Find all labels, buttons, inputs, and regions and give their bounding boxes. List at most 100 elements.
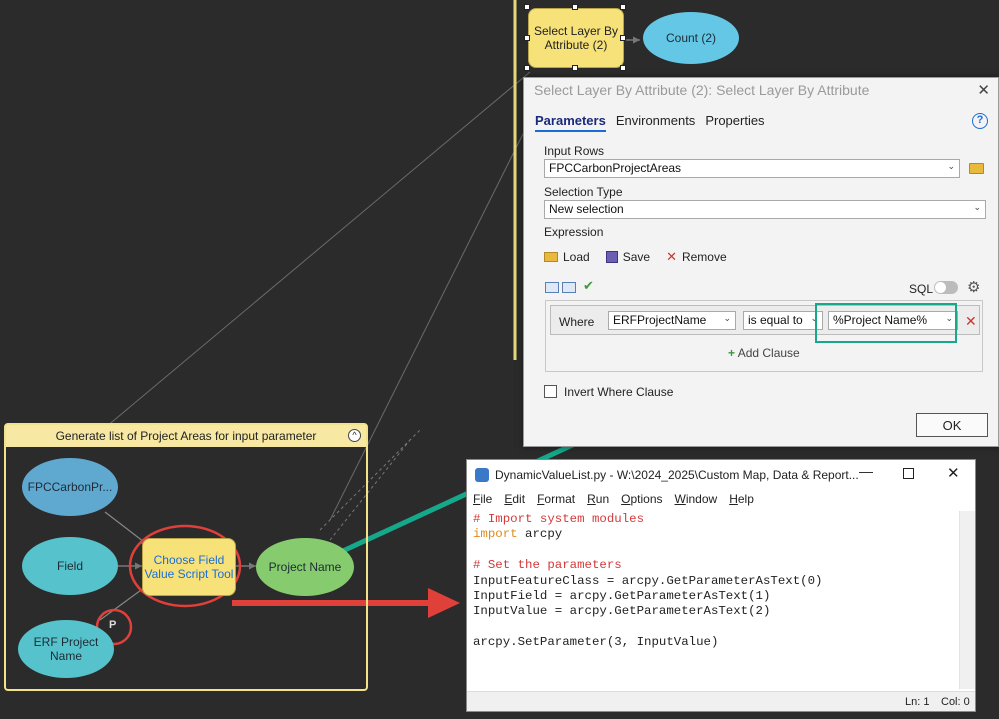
selection-type-dropdown[interactable]: New selection ⌄	[544, 200, 986, 219]
selection-handle[interactable]	[572, 65, 578, 71]
selection-handle[interactable]	[620, 65, 626, 71]
clause-mode-icon[interactable]	[545, 282, 559, 293]
operator-value: is equal to	[748, 313, 803, 327]
save-label: Save	[622, 250, 651, 264]
field-dropdown[interactable]: ERFProjectName ⌄	[608, 311, 736, 330]
code-line: InputFeatureClass = arcpy.GetParameterAs…	[473, 574, 958, 589]
menu-window[interactable]: Window	[675, 492, 718, 506]
sql-toggle[interactable]	[934, 281, 958, 294]
notepad-menubar: File Edit Format Run Options Window Help	[473, 492, 754, 506]
code-token: arcpy	[517, 527, 563, 542]
code-token: # Set the parameters	[473, 558, 622, 573]
tab-parameters[interactable]: Parameters	[535, 113, 606, 132]
dialog-tabs: Parameters Environments Properties	[535, 113, 765, 132]
ok-button[interactable]: OK	[916, 413, 988, 437]
selection-handle[interactable]	[524, 65, 530, 71]
count-node[interactable]: Count (2)	[643, 12, 739, 64]
help-icon[interactable]: ?	[972, 113, 988, 129]
tab-environments[interactable]: Environments	[616, 113, 695, 132]
menu-help[interactable]: Help	[729, 492, 754, 506]
code-token: InputFeatureClass = arcpy.GetParameterAs…	[473, 573, 823, 588]
selection-type-value: New selection	[549, 202, 624, 216]
delete-clause-icon[interactable]: ✕	[965, 313, 977, 330]
sql-mode-icon[interactable]	[562, 282, 576, 293]
select-layer-node-label: Select Layer By Attribute (2)	[533, 24, 619, 52]
select-layer-dialog: Select Layer By Attribute (2): Select La…	[523, 77, 999, 447]
notepad-title: DynamicValueList.py - W:\2024_2025\Custo…	[495, 468, 859, 482]
menu-format[interactable]: Format	[537, 492, 575, 506]
selection-handle[interactable]	[524, 35, 530, 41]
folder-icon[interactable]	[969, 163, 984, 174]
field-node[interactable]: Field	[22, 537, 118, 595]
selection-handle[interactable]	[620, 35, 626, 41]
group-header: Generate list of Project Areas for input…	[6, 425, 366, 447]
menu-options[interactable]: Options	[621, 492, 662, 506]
project-name-node[interactable]: Project Name	[256, 538, 354, 596]
fpc-carbon-node[interactable]: FPCCarbonPr...	[22, 458, 118, 516]
select-layer-node[interactable]: Select Layer By Attribute (2)	[528, 8, 624, 68]
save-button[interactable]: Save	[605, 250, 651, 264]
invert-checkbox[interactable]	[544, 385, 557, 398]
count-node-label: Count (2)	[665, 31, 717, 45]
code-line: import arcpy	[473, 527, 958, 542]
code-editor[interactable]: # Import system modules import arcpy # Se…	[473, 512, 958, 685]
choose-field-node[interactable]: Choose Field Value Script Tool	[142, 538, 236, 596]
erf-project-name-node-label: ERF Project Name	[33, 635, 99, 663]
erf-project-name-node[interactable]: ERF Project Name	[18, 620, 114, 678]
close-icon[interactable]: ✕	[947, 464, 960, 482]
chevron-down-icon: ⌄	[973, 202, 981, 212]
operator-dropdown[interactable]: is equal to ⌄	[743, 311, 823, 330]
remove-icon: ✕	[666, 249, 677, 264]
gear-icon[interactable]: ⚙	[967, 278, 980, 296]
notepad-titlebar: DynamicValueList.py - W:\2024_2025\Custo…	[467, 460, 975, 490]
notepad-window: DynamicValueList.py - W:\2024_2025\Custo…	[466, 459, 976, 712]
code-token: import	[473, 527, 518, 542]
menu-edit[interactable]: Edit	[504, 492, 525, 506]
value-highlight-box	[815, 303, 957, 343]
red-arrowhead	[428, 588, 460, 618]
minimize-icon[interactable]: —	[859, 463, 873, 479]
code-line: InputField = arcpy.GetParameterAsText(1)	[473, 589, 958, 604]
remove-label: Remove	[681, 250, 727, 264]
menu-run[interactable]: Run	[587, 492, 609, 506]
selection-handle[interactable]	[524, 4, 530, 10]
add-clause-label: Add Clause	[737, 346, 800, 360]
save-icon	[605, 251, 618, 263]
collapse-icon[interactable]: ^	[348, 429, 361, 442]
vertical-scrollbar[interactable]	[959, 511, 975, 689]
sql-label: SQL	[909, 282, 934, 296]
code-line	[473, 620, 958, 635]
fpc-carbon-node-label: FPCCarbonPr...	[27, 480, 113, 494]
code-token: # Import system modules	[473, 512, 645, 526]
parameter-marker: P	[109, 619, 117, 631]
choose-field-node-label: Choose Field Value Script Tool	[144, 553, 234, 581]
status-col: Col: 0	[941, 696, 970, 708]
code-token: InputValue = arcpy.GetParameterAsText(2)	[473, 604, 771, 619]
code-token: InputField = arcpy.GetParameterAsText(1)	[473, 589, 771, 604]
load-label: Load	[563, 250, 590, 264]
code-line: # Set the parameters	[473, 558, 958, 573]
chevron-down-icon: ⌄	[947, 161, 955, 171]
maximize-icon[interactable]	[903, 468, 914, 479]
verify-check-icon[interactable]: ✔	[583, 278, 594, 294]
tab-properties[interactable]: Properties	[705, 113, 764, 132]
close-icon[interactable]: ✕	[977, 81, 990, 99]
selection-type-label: Selection Type	[544, 185, 623, 199]
add-clause-button[interactable]: + Add Clause	[728, 346, 800, 360]
load-button[interactable]: Load	[544, 250, 590, 264]
expression-label: Expression	[544, 225, 604, 239]
selection-handle[interactable]	[620, 4, 626, 10]
selection-handle[interactable]	[572, 4, 578, 10]
invert-label: Invert Where Clause	[564, 385, 674, 399]
field-node-label: Field	[56, 559, 83, 573]
python-file-icon	[475, 468, 489, 482]
remove-button[interactable]: ✕ Remove	[666, 249, 727, 265]
menu-file[interactable]: File	[473, 492, 492, 506]
input-rows-dropdown[interactable]: FPCCarbonProjectAreas ⌄	[544, 159, 960, 178]
group-title: Generate list of Project Areas for input…	[55, 429, 317, 443]
where-label: Where	[559, 315, 595, 329]
dialog-title: Select Layer By Attribute (2): Select La…	[534, 82, 870, 98]
code-token: arcpy.SetParameter(3, InputValue)	[473, 635, 719, 650]
expression-toolbar: Load Save ✕ Remove	[544, 249, 727, 265]
